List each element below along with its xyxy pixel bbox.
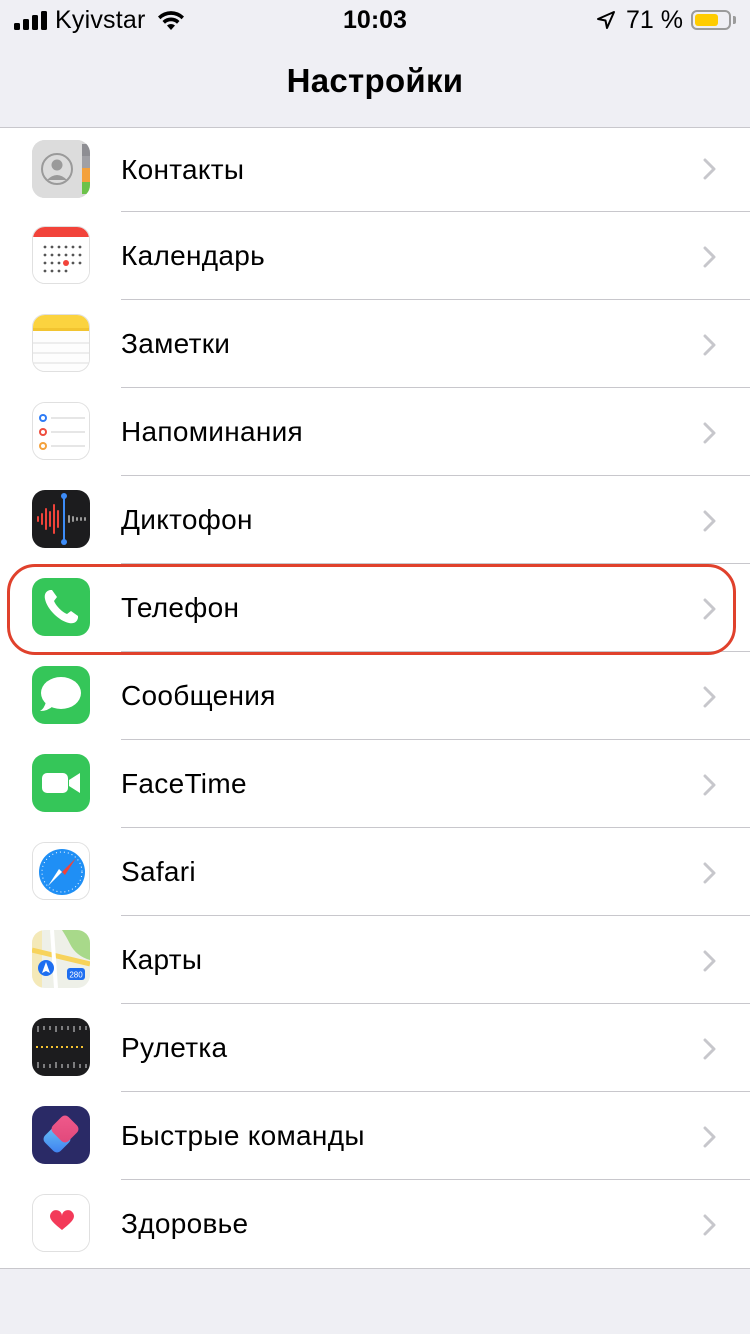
cellular-signal-icon bbox=[14, 10, 47, 30]
health-icon bbox=[32, 1194, 90, 1252]
settings-row-label: Календарь bbox=[121, 240, 266, 271]
reminders-icon bbox=[32, 402, 90, 460]
battery-cap bbox=[733, 16, 736, 24]
settings-row-label: Safari bbox=[121, 856, 196, 887]
settings-row-calendar[interactable]: Календарь bbox=[0, 212, 750, 300]
calendar-icon bbox=[32, 226, 90, 284]
settings-row-label: Контакты bbox=[121, 154, 245, 185]
page-title: Настройки bbox=[286, 62, 464, 99]
notes-icon bbox=[32, 314, 90, 372]
settings-row-label: Карты bbox=[121, 944, 203, 975]
status-bar-left: Kyivstar bbox=[14, 6, 186, 34]
settings-row-label: Сообщения bbox=[121, 680, 276, 711]
settings-row-voice-memos[interactable]: Диктофон bbox=[0, 476, 750, 564]
chevron-right-icon bbox=[703, 686, 716, 708]
measure-icon bbox=[32, 1018, 90, 1076]
settings-row-maps[interactable]: 280 Карты bbox=[0, 916, 750, 1004]
chevron-right-icon bbox=[703, 1126, 716, 1148]
settings-list: Контакты Календарь Заметки Напоминания Д… bbox=[0, 128, 750, 1269]
chevron-right-icon bbox=[703, 1038, 716, 1060]
settings-row-label: Здоровье bbox=[121, 1208, 249, 1239]
chevron-right-icon bbox=[703, 422, 716, 444]
shortcuts-icon bbox=[32, 1106, 90, 1164]
voice-memos-icon bbox=[32, 490, 90, 548]
settings-row-label: Напоминания bbox=[121, 416, 304, 447]
settings-row-contacts[interactable]: Контакты bbox=[0, 128, 750, 212]
settings-row-reminders[interactable]: Напоминания bbox=[0, 388, 750, 476]
settings-row-label: Быстрые команды bbox=[121, 1120, 365, 1151]
settings-row-label: Телефон bbox=[121, 592, 240, 623]
chevron-right-icon bbox=[703, 598, 716, 620]
safari-icon bbox=[32, 842, 90, 900]
settings-row-label: Заметки bbox=[121, 328, 231, 359]
facetime-icon bbox=[32, 754, 90, 812]
settings-row-notes[interactable]: Заметки bbox=[0, 300, 750, 388]
settings-row-label: Диктофон bbox=[121, 504, 253, 535]
location-arrow-icon bbox=[597, 11, 616, 29]
battery-percentage: 71 % bbox=[626, 5, 683, 34]
svg-text:280: 280 bbox=[69, 971, 83, 980]
phone-icon bbox=[32, 578, 90, 636]
wifi-icon bbox=[157, 11, 184, 30]
chevron-right-icon bbox=[703, 246, 716, 268]
maps-icon: 280 bbox=[32, 930, 90, 988]
settings-row-label: Рулетка bbox=[121, 1032, 228, 1063]
contacts-icon bbox=[32, 140, 90, 198]
carrier-name: Kyivstar bbox=[55, 5, 146, 34]
settings-row-shortcuts[interactable]: Быстрые команды bbox=[0, 1092, 750, 1180]
chevron-right-icon bbox=[703, 334, 716, 356]
battery-icon bbox=[691, 10, 731, 30]
chevron-right-icon bbox=[703, 950, 716, 972]
settings-row-safari[interactable]: Safari bbox=[0, 828, 750, 916]
settings-row-phone[interactable]: Телефон bbox=[0, 564, 750, 652]
settings-row-measure[interactable]: Рулетка bbox=[0, 1004, 750, 1092]
settings-row-messages[interactable]: Сообщения bbox=[0, 652, 750, 740]
chevron-right-icon bbox=[703, 774, 716, 796]
battery-fill bbox=[695, 14, 718, 26]
settings-row-label: FaceTime bbox=[121, 768, 247, 799]
messages-icon bbox=[32, 666, 90, 724]
settings-row-health[interactable]: Здоровье bbox=[0, 1180, 750, 1268]
status-bar-right: 71 % bbox=[596, 6, 736, 34]
chevron-right-icon bbox=[703, 1214, 716, 1236]
settings-row-facetime[interactable]: FaceTime bbox=[0, 740, 750, 828]
status-bar: Kyivstar 10:03 71 % bbox=[0, 0, 750, 40]
chevron-right-icon bbox=[703, 862, 716, 884]
chevron-right-icon bbox=[703, 158, 716, 180]
chevron-right-icon bbox=[703, 510, 716, 532]
